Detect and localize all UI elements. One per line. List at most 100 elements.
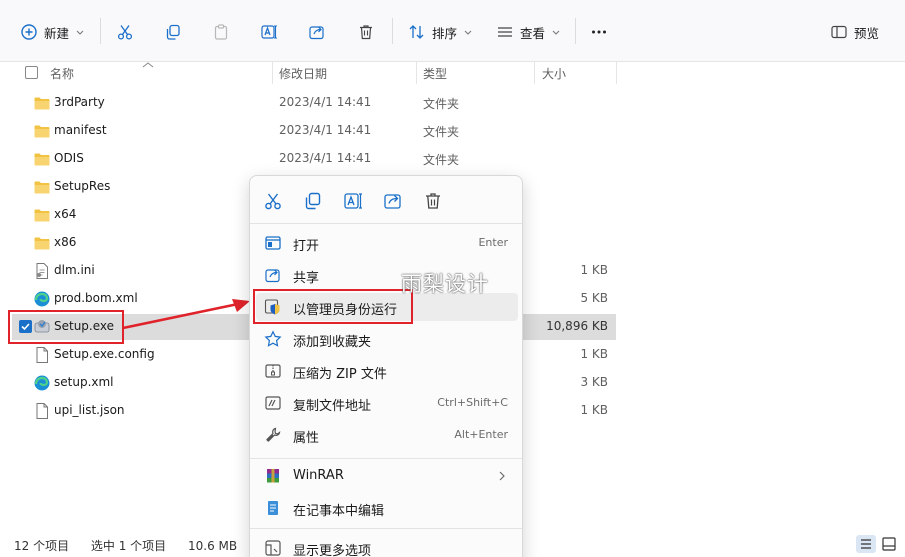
sort-icon bbox=[408, 23, 426, 41]
list-item[interactable]: manifest 2023/4/1 14:41 文件夹 bbox=[12, 118, 616, 144]
sort-button[interactable]: 排序 bbox=[408, 18, 473, 46]
plus-circle-icon bbox=[20, 23, 38, 41]
menu-item-copy-path[interactable]: 复制文件地址 Ctrl+Shift+C bbox=[256, 389, 518, 417]
copy-button[interactable] bbox=[164, 18, 182, 46]
delete-icon[interactable] bbox=[422, 190, 444, 212]
folder-icon bbox=[34, 125, 50, 138]
rename-icon bbox=[260, 23, 278, 41]
preview-label: 预览 bbox=[854, 25, 880, 41]
copy-path-icon bbox=[265, 396, 281, 410]
rename-icon[interactable] bbox=[342, 190, 364, 212]
menu-separator bbox=[250, 528, 522, 529]
menu-item-favorites[interactable]: 添加到收藏夹 bbox=[256, 325, 518, 353]
column-divider[interactable] bbox=[272, 62, 273, 84]
new-button[interactable]: 新建 bbox=[20, 18, 85, 46]
column-name[interactable]: 名称 bbox=[50, 65, 74, 82]
column-divider[interactable] bbox=[416, 62, 417, 84]
chevron-right-icon bbox=[499, 471, 505, 481]
column-divider[interactable] bbox=[616, 62, 617, 84]
list-item[interactable]: ODIS 2023/4/1 14:41 文件夹 bbox=[12, 146, 616, 172]
column-header: 名称 修改日期 类型 大小 bbox=[0, 62, 905, 84]
file-size: 1 KB bbox=[580, 263, 608, 277]
copy-icon[interactable] bbox=[302, 190, 324, 212]
watermark-text: 雨梨设计 bbox=[401, 272, 489, 296]
menu-item-show-more[interactable]: 显示更多选项 bbox=[256, 534, 518, 557]
sort-ascending-icon bbox=[142, 62, 154, 68]
menu-item-compress-zip[interactable]: 压缩为 ZIP 文件 bbox=[256, 357, 518, 385]
file-name: dlm.ini bbox=[54, 263, 95, 277]
menu-item-open[interactable]: 打开 Enter bbox=[256, 229, 518, 257]
view-button[interactable]: 查看 bbox=[496, 18, 561, 46]
file-name: x64 bbox=[54, 207, 77, 221]
menu-label: 显示更多选项 bbox=[293, 544, 372, 557]
file-name: x86 bbox=[54, 235, 77, 249]
file-name: manifest bbox=[54, 123, 107, 137]
folder-icon bbox=[34, 237, 50, 250]
folder-icon bbox=[34, 209, 50, 222]
details-view-icon bbox=[861, 539, 871, 549]
more-icon bbox=[590, 23, 608, 41]
menu-shortcut: Alt+Enter bbox=[454, 428, 508, 441]
menu-separator bbox=[250, 458, 522, 459]
delete-icon bbox=[357, 23, 375, 41]
column-size[interactable]: 大小 bbox=[542, 65, 566, 82]
menu-label: 压缩为 ZIP 文件 bbox=[293, 367, 387, 382]
column-type[interactable]: 类型 bbox=[423, 65, 447, 82]
folder-icon bbox=[34, 97, 50, 110]
paste-button[interactable] bbox=[212, 18, 230, 46]
highlight-box-file bbox=[8, 310, 124, 344]
file-size: 1 KB bbox=[580, 347, 608, 361]
zip-icon bbox=[265, 364, 281, 378]
list-item[interactable]: 3rdParty 2023/4/1 14:41 文件夹 bbox=[12, 90, 616, 116]
share-icon[interactable] bbox=[382, 190, 404, 212]
share-icon bbox=[265, 269, 280, 283]
file-size: 10,896 KB bbox=[546, 319, 608, 333]
new-label: 新建 bbox=[44, 25, 70, 41]
toolbar-divider bbox=[575, 18, 576, 44]
share-button[interactable] bbox=[308, 18, 326, 46]
menu-item-properties[interactable]: 属性 Alt+Enter bbox=[256, 421, 518, 449]
column-date[interactable]: 修改日期 bbox=[279, 65, 327, 82]
more-button[interactable] bbox=[590, 18, 608, 46]
tiles-view-button[interactable] bbox=[879, 535, 899, 553]
chevron-down-icon bbox=[463, 27, 473, 37]
cut-button[interactable] bbox=[116, 18, 134, 46]
toolbar-divider bbox=[392, 18, 393, 44]
file-icon bbox=[36, 347, 48, 363]
chevron-down-icon bbox=[551, 27, 561, 37]
preview-button[interactable]: 预览 bbox=[830, 18, 879, 46]
ini-file-icon bbox=[36, 263, 48, 279]
more-options-icon bbox=[265, 540, 281, 556]
details-view-button[interactable] bbox=[856, 535, 876, 553]
open-icon bbox=[265, 236, 281, 250]
status-bar: 12 个项目 选中 1 个项目 10.6 MB bbox=[14, 537, 255, 554]
menu-label: 属性 bbox=[293, 431, 320, 446]
rename-button[interactable] bbox=[260, 18, 278, 46]
file-date: 2023/4/1 14:41 bbox=[279, 123, 372, 137]
delete-button[interactable] bbox=[357, 18, 375, 46]
menu-shortcut: Enter bbox=[478, 236, 508, 249]
column-divider[interactable] bbox=[534, 62, 535, 84]
menu-label: WinRAR bbox=[293, 468, 344, 483]
paste-icon bbox=[212, 23, 230, 41]
cut-icon bbox=[116, 23, 134, 41]
menu-separator bbox=[250, 223, 522, 224]
menu-shortcut: Ctrl+Shift+C bbox=[437, 396, 508, 409]
notepad-icon bbox=[268, 501, 278, 515]
edge-icon bbox=[34, 375, 50, 391]
menu-item-edit-notepad[interactable]: 在记事本中编辑 bbox=[256, 494, 518, 522]
select-all-checkbox[interactable] bbox=[25, 66, 38, 79]
star-icon bbox=[264, 330, 282, 347]
cut-icon[interactable] bbox=[262, 190, 284, 212]
file-name: Setup.exe.config bbox=[54, 347, 155, 361]
folder-icon bbox=[34, 181, 50, 194]
edge-icon bbox=[34, 291, 50, 307]
menu-item-winrar[interactable]: WinRAR bbox=[256, 462, 518, 490]
menu-label: 共享 bbox=[293, 271, 320, 286]
file-name: upi_list.json bbox=[54, 403, 125, 417]
wrench-icon bbox=[266, 427, 281, 442]
command-bar: 新建 排序 查看 预览 bbox=[0, 0, 905, 62]
highlight-box-admin bbox=[253, 289, 413, 324]
share-icon bbox=[308, 23, 326, 41]
file-size: 1 KB bbox=[580, 403, 608, 417]
